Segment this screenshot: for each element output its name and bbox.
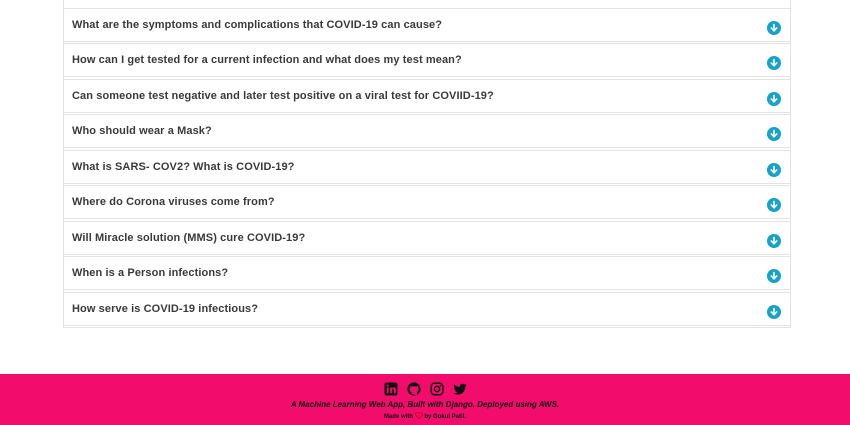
arrow-down-circle-icon[interactable] [767,127,781,141]
arrow-down-circle-icon[interactable] [767,21,781,35]
footer-tagline: A Machine Learning Web App, Built with D… [290,400,560,409]
faq-question: Can someone test negative and later test… [72,90,494,102]
arrow-down-circle-icon[interactable] [767,163,781,177]
faq-question: How can I get tested for a current infec… [72,54,462,66]
faq-item[interactable]: Who should wear a Mask? [64,114,790,148]
made-with-credit: Made with by Gokul Patil. [0,412,850,420]
faq-item[interactable]: What is SARS- COV2? What is COVID-19? [64,150,790,184]
made-with-prefix: Made with [383,414,413,420]
faq-item[interactable]: How can I get tested for a current infec… [64,43,790,77]
instagram-icon[interactable] [429,382,444,396]
faq-question: When is a Person infections? [72,267,229,279]
faq-question: Will Miracle solution (MMS) cure COVID-1… [72,232,306,244]
faq-item[interactable]: Can someone test negative and later test… [64,79,790,113]
twitter-icon[interactable] [453,382,467,396]
arrow-down-circle-icon[interactable] [767,198,781,212]
faq-question: What are the symptoms and complications … [72,19,443,31]
faq-question: How serve is COVID-19 infectious? [72,303,259,315]
made-with-suffix: by Gokul Patil. [424,414,467,420]
arrow-down-circle-icon[interactable] [767,234,781,248]
faq-item[interactable]: Will Miracle solution (MMS) cure COVID-1… [64,221,790,255]
faq-accordion: What are the symptoms and complications … [63,0,791,328]
faq-question: What is SARS- COV2? What is COVID-19? [72,161,295,173]
heart-icon [414,412,423,420]
faq-item[interactable]: Where do Corona viruses come from? [64,185,790,219]
faq-item[interactable]: When is a Person infections? [64,256,790,290]
arrow-down-circle-icon[interactable] [767,92,781,106]
arrow-down-circle-icon[interactable] [767,269,781,283]
faq-question: Where do Corona viruses come from? [72,196,275,208]
faq-question: Who should wear a Mask? [72,125,212,137]
github-icon[interactable] [406,382,421,396]
arrow-down-circle-icon[interactable] [767,56,781,70]
faq-item[interactable]: What are the symptoms and complications … [64,8,790,42]
linkedin-icon[interactable] [384,382,398,396]
arrow-down-circle-icon[interactable] [767,305,781,319]
faq-item[interactable]: How serve is COVID-19 infectious? [64,292,790,326]
social-links [0,382,850,396]
footer: A Machine Learning Web App, Built with D… [0,374,850,425]
